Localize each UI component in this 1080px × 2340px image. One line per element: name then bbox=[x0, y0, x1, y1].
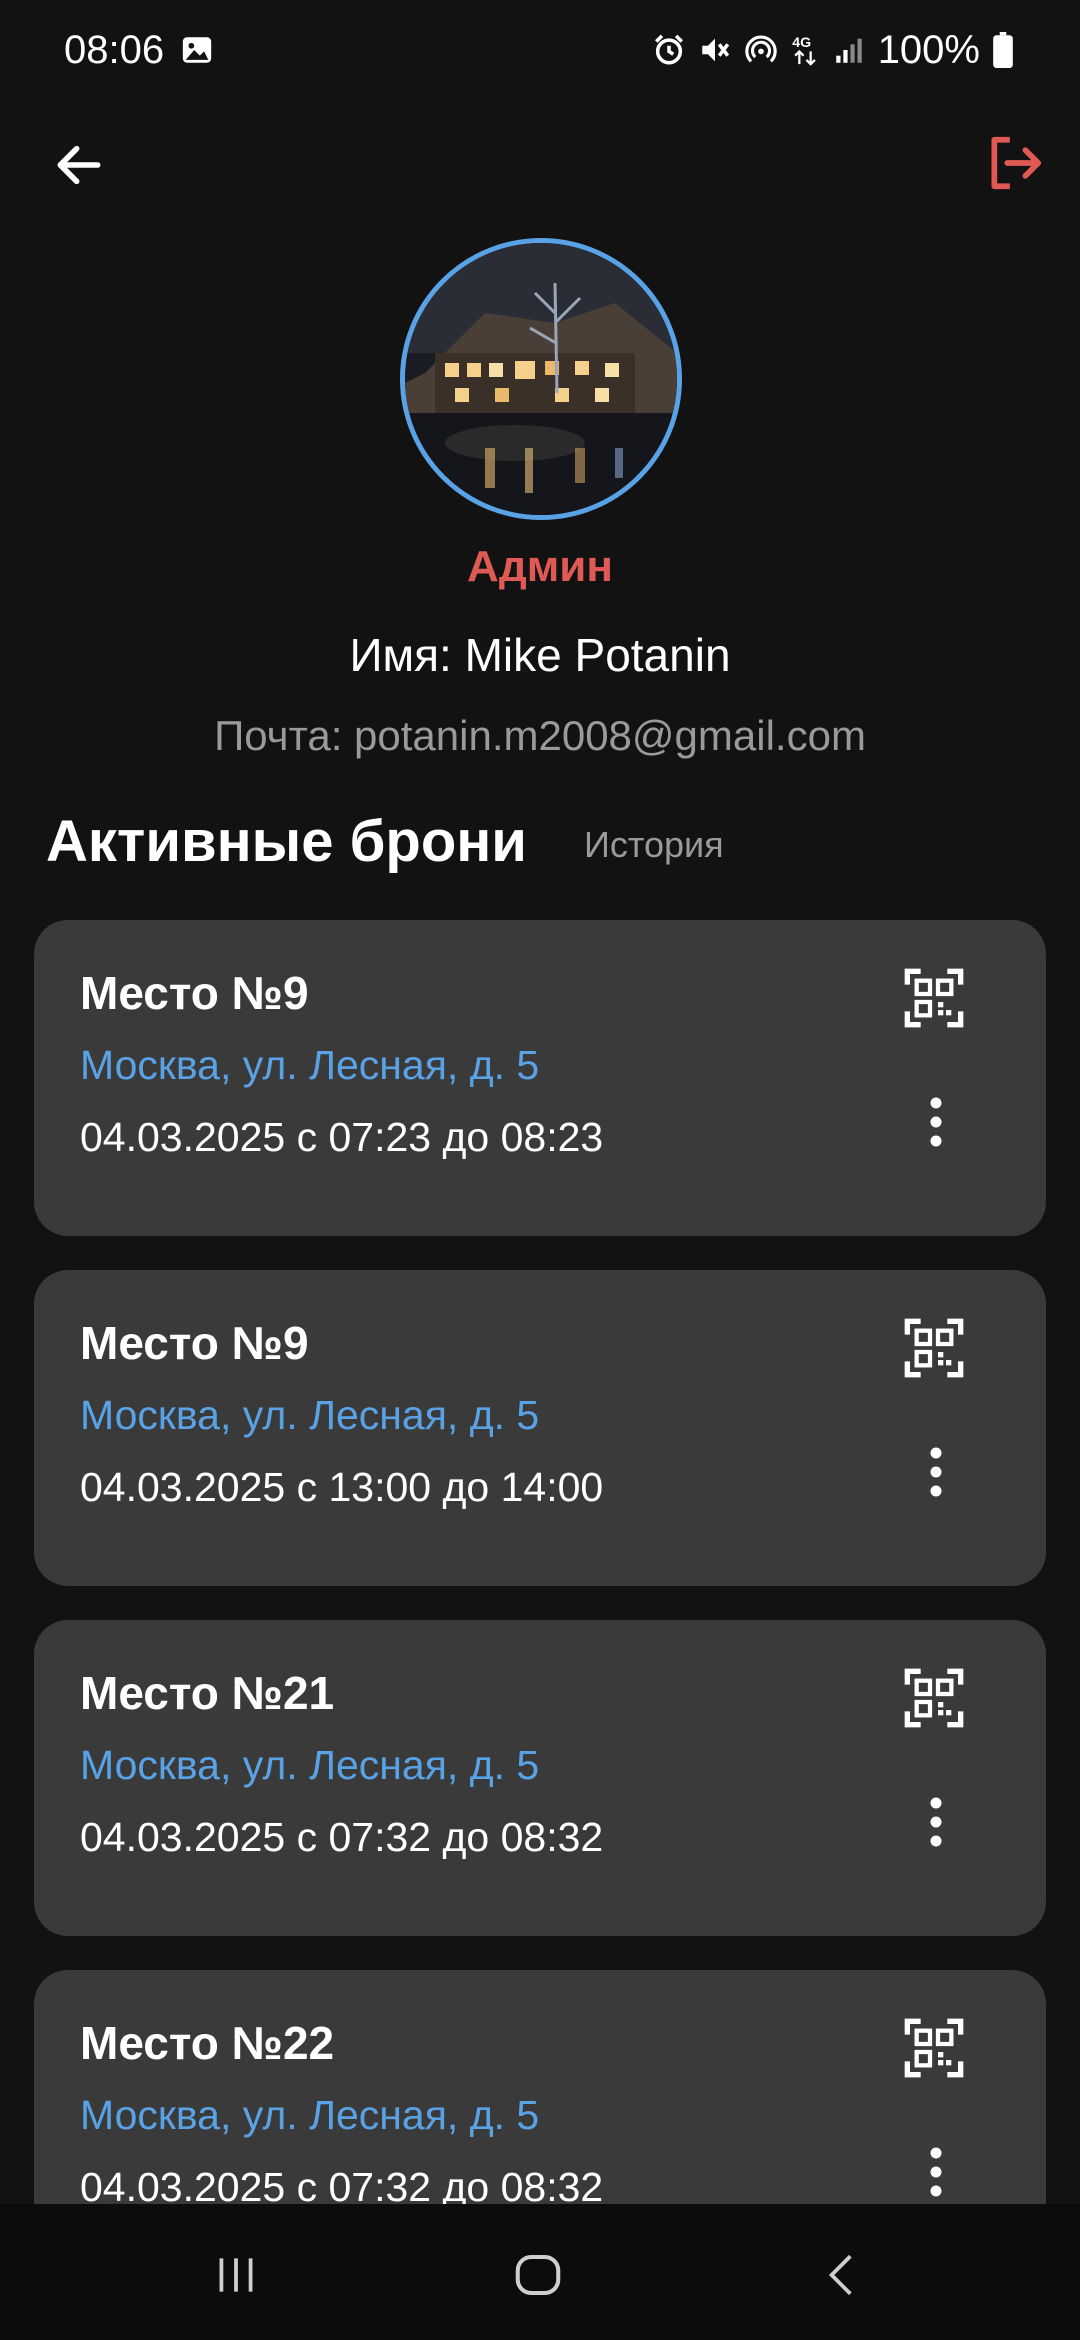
bookings-list: Место №9 Москва, ул. Лесная, д. 5 04.03.… bbox=[34, 920, 1046, 2320]
booking-address[interactable]: Москва, ул. Лесная, д. 5 bbox=[80, 1042, 539, 1089]
qr-code-icon bbox=[904, 968, 964, 1028]
booking-card[interactable]: Место №9 Москва, ул. Лесная, д. 5 04.03.… bbox=[34, 920, 1046, 1236]
more-options-button[interactable] bbox=[914, 2138, 958, 2206]
qr-code-icon bbox=[904, 1318, 964, 1378]
qr-code-button[interactable] bbox=[902, 966, 966, 1030]
history-link[interactable]: История bbox=[584, 824, 724, 866]
4g-icon: 4G bbox=[792, 35, 816, 66]
arrow-left-icon bbox=[57, 145, 101, 185]
qr-code-button[interactable] bbox=[902, 1666, 966, 1730]
booking-address[interactable]: Москва, ул. Лесная, д. 5 bbox=[80, 1392, 539, 1439]
svg-text:4G: 4G bbox=[792, 35, 811, 51]
more-vert-icon bbox=[930, 1447, 942, 1497]
system-nav-bar bbox=[0, 2204, 1080, 2340]
status-time: 08:06 bbox=[64, 27, 165, 72]
qr-code-button[interactable] bbox=[902, 2016, 966, 2080]
user-email: Почта: potanin.m2008@gmail.com bbox=[214, 712, 866, 759]
booking-card[interactable]: Место №21 Москва, ул. Лесная, д. 5 04.03… bbox=[34, 1620, 1046, 1936]
user-name: Имя: Mike Potanin bbox=[349, 629, 731, 681]
recent-apps-icon bbox=[219, 2258, 253, 2292]
active-bookings-title: Активные брони bbox=[46, 809, 527, 874]
booking-time: 04.03.2025 с 07:23 до 08:23 bbox=[80, 1114, 604, 1160]
user-role: Админ bbox=[467, 542, 613, 591]
battery-percent: 100% bbox=[877, 27, 980, 72]
booking-address[interactable]: Москва, ул. Лесная, д. 5 bbox=[80, 2092, 539, 2139]
logout-button[interactable] bbox=[978, 126, 1052, 200]
booking-card[interactable]: Место №9 Москва, ул. Лесная, д. 5 04.03.… bbox=[34, 1270, 1046, 1586]
alarm-icon bbox=[654, 34, 683, 65]
booking-place: Место №9 bbox=[80, 967, 309, 1019]
qr-code-button[interactable] bbox=[902, 1316, 966, 1380]
booking-time: 04.03.2025 с 13:00 до 14:00 bbox=[80, 1464, 604, 1510]
booking-place: Место №22 bbox=[80, 2017, 335, 2069]
top-bar bbox=[0, 110, 1080, 210]
logout-icon bbox=[991, 136, 1042, 190]
more-options-button[interactable] bbox=[914, 1788, 958, 1856]
qr-code-icon bbox=[904, 1668, 964, 1728]
battery-icon bbox=[993, 32, 1013, 68]
more-vert-icon bbox=[930, 1797, 942, 1847]
qr-code-icon bbox=[904, 2018, 964, 2078]
hotspot-icon bbox=[744, 35, 777, 63]
more-options-button[interactable] bbox=[914, 1088, 958, 1156]
mute-icon bbox=[701, 38, 729, 62]
back-icon bbox=[828, 2254, 852, 2296]
recent-apps-button[interactable] bbox=[196, 2240, 276, 2310]
avatar[interactable] bbox=[400, 238, 682, 520]
status-bar: 08:06 4G 100% bbox=[0, 0, 1080, 100]
system-back-button[interactable] bbox=[802, 2240, 882, 2310]
home-icon bbox=[515, 2254, 561, 2296]
booking-place: Место №21 bbox=[80, 1667, 335, 1719]
signal-icon bbox=[835, 38, 862, 63]
building-photo bbox=[405, 243, 677, 515]
back-button[interactable] bbox=[44, 130, 114, 200]
booking-place: Место №9 bbox=[80, 1317, 309, 1369]
gallery-icon bbox=[182, 37, 212, 63]
booking-address[interactable]: Москва, ул. Лесная, д. 5 bbox=[80, 1742, 539, 1789]
booking-time: 04.03.2025 с 07:32 до 08:32 bbox=[80, 1814, 604, 1860]
more-options-button[interactable] bbox=[914, 1438, 958, 1506]
more-vert-icon bbox=[930, 2147, 942, 2197]
home-button[interactable] bbox=[498, 2240, 578, 2310]
more-vert-icon bbox=[930, 1097, 942, 1147]
